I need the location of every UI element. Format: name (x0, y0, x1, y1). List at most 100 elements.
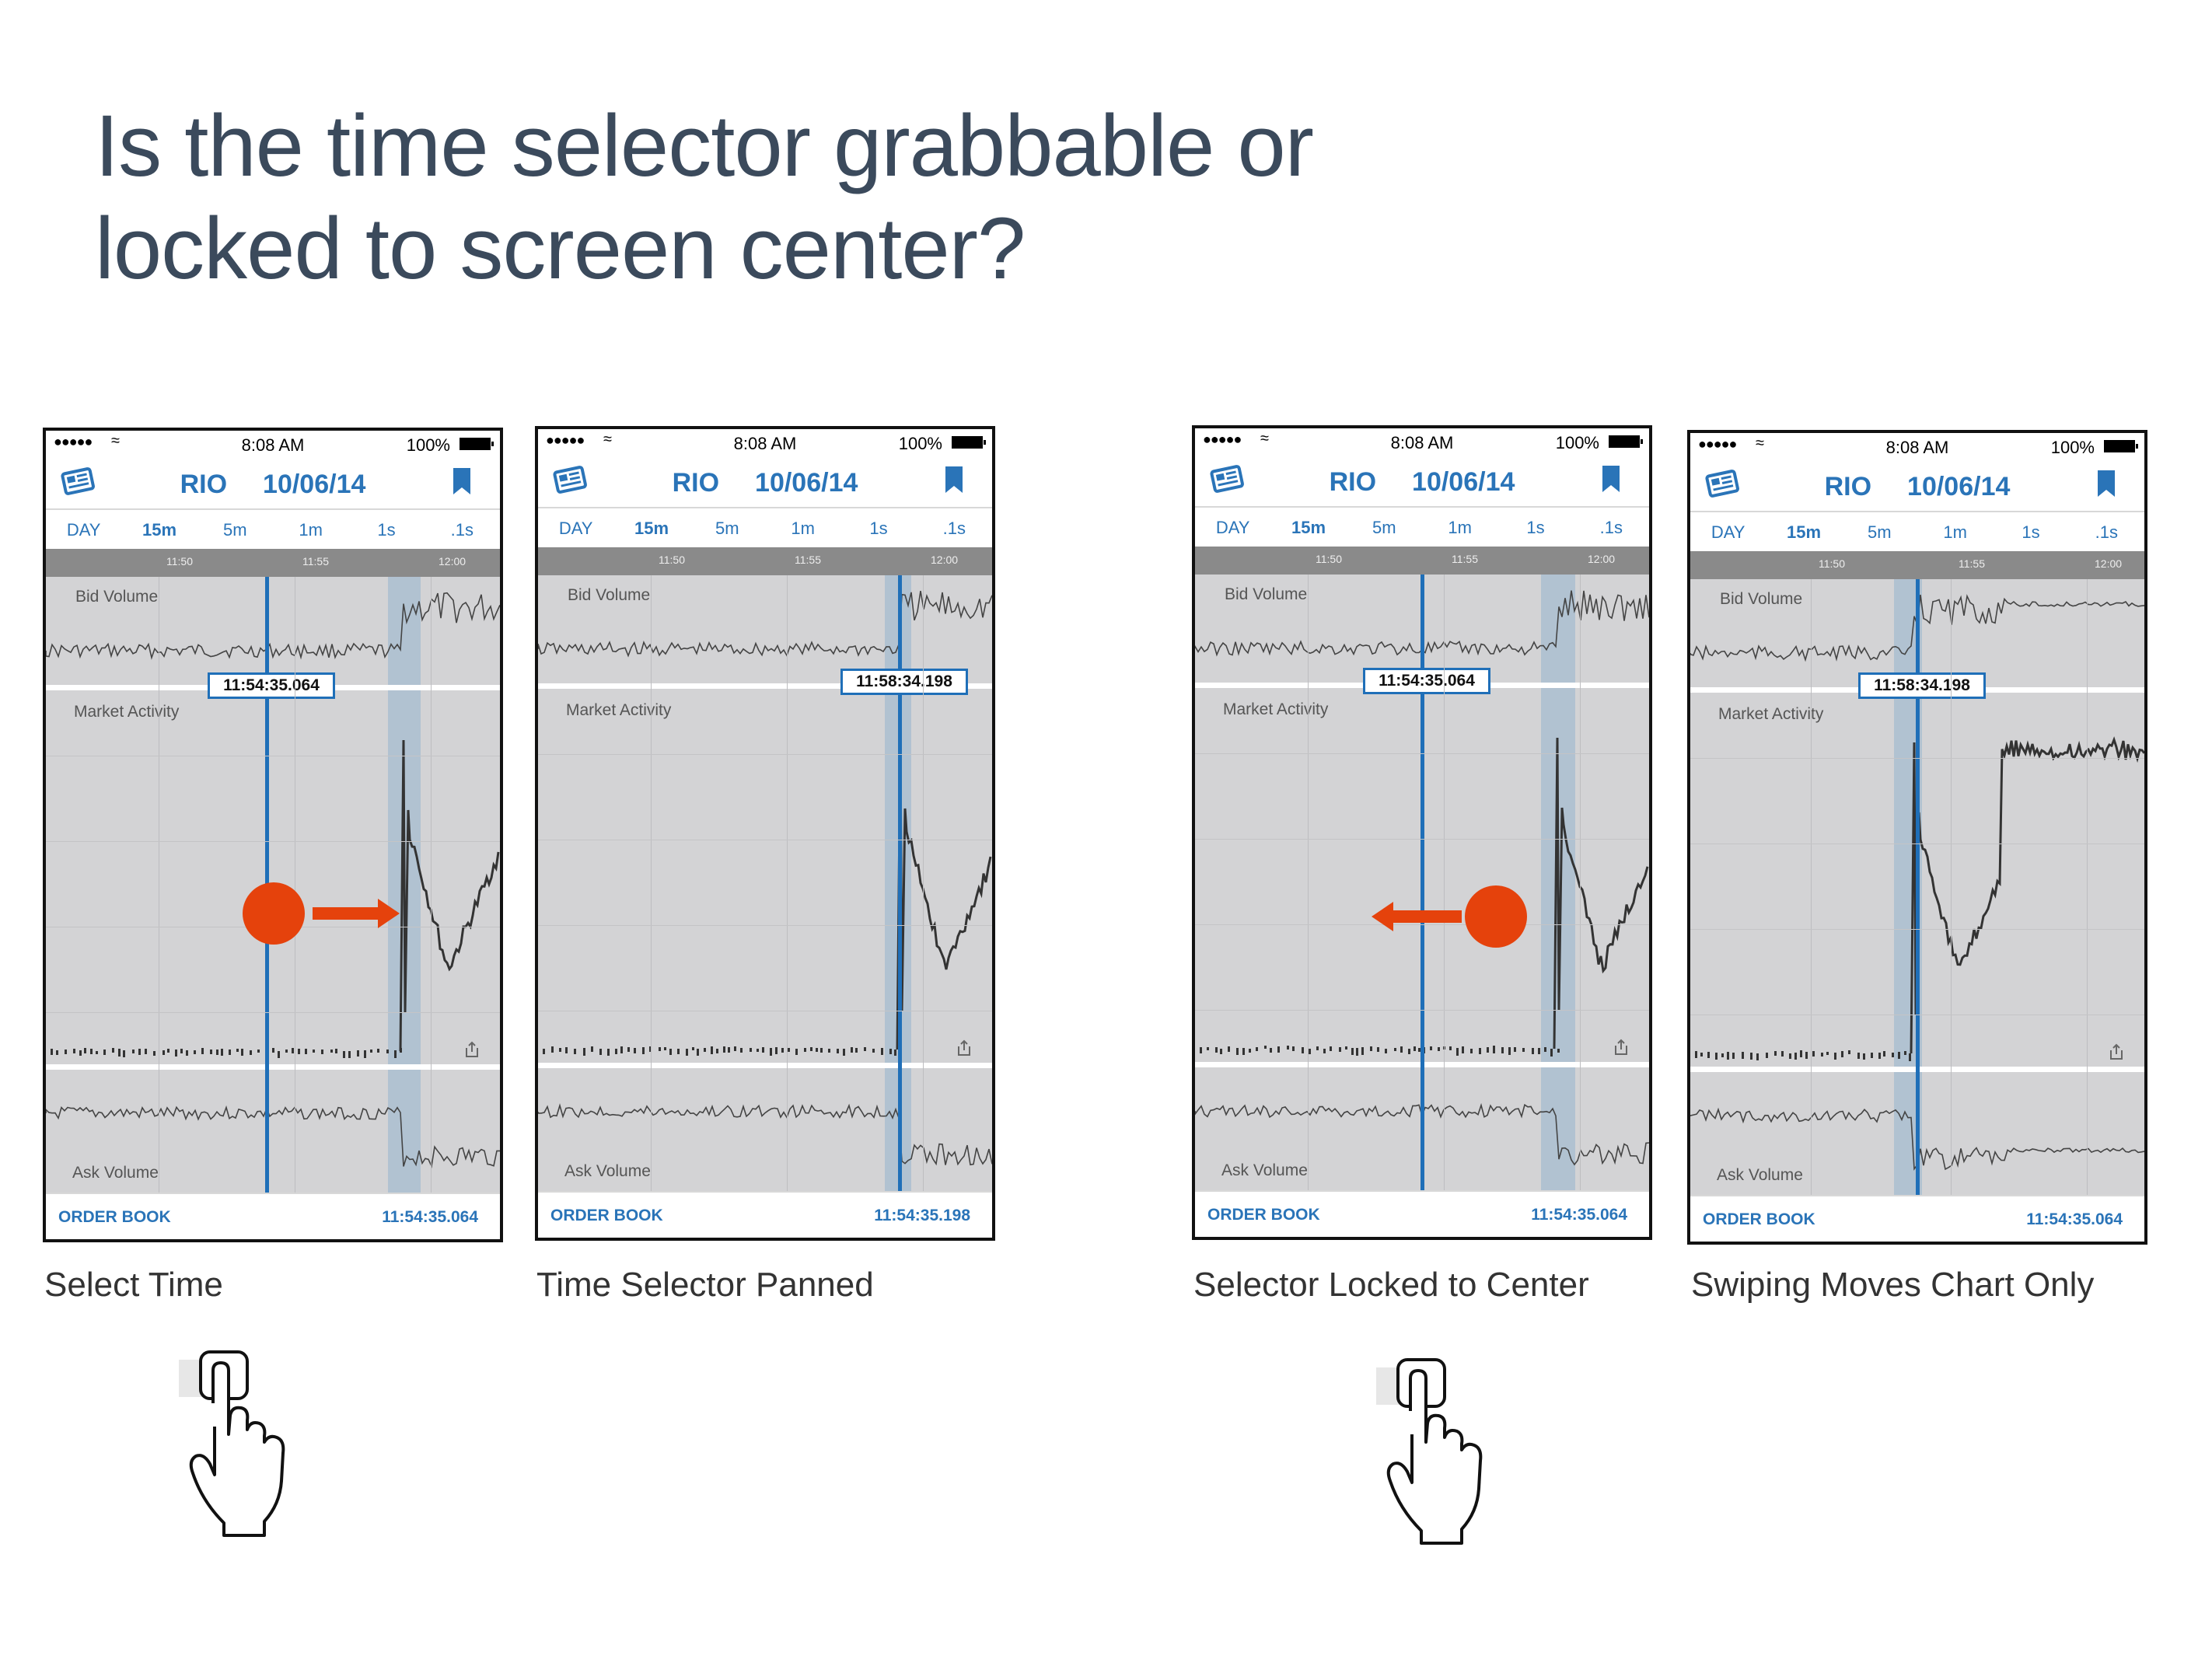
order-book-link[interactable]: ORDER BOOK (1207, 1206, 1320, 1224)
drag-left-gesture (1372, 885, 1527, 948)
axis-tick-label: 11:50 (166, 555, 193, 568)
ask-volume-trace (46, 1105, 500, 1168)
bookmark-icon[interactable] (945, 466, 963, 493)
tab-1m[interactable]: 1m (1422, 508, 1497, 548)
tab-1s[interactable]: 1s (1993, 512, 2068, 553)
tab-15m[interactable]: 15m (1766, 512, 1841, 553)
tab-tenth-1s[interactable]: .1s (2069, 512, 2144, 553)
axis-tick-label: 11:50 (659, 554, 685, 566)
headline-line-2: locked to screen center? (95, 200, 1026, 297)
grid-line (1690, 929, 2144, 930)
grid-line (1195, 753, 1649, 754)
tab-15m[interactable]: 15m (121, 510, 197, 550)
ask-volume-trace (538, 1103, 992, 1166)
time-selector-line[interactable] (1916, 579, 1920, 1195)
grid-line (1308, 575, 1309, 1190)
grid-line (1580, 575, 1581, 1190)
tab-5m[interactable]: 5m (1842, 512, 1917, 553)
time-selector-readout[interactable]: 11:54:35.064 (208, 672, 335, 699)
grid-line (46, 841, 500, 842)
footer-bar: ORDER BOOK 11:54:35.064 (1195, 1190, 1649, 1237)
order-book-link[interactable]: ORDER BOOK (58, 1208, 171, 1227)
market-activity-label: Market Activity (1223, 700, 1329, 718)
tab-5m[interactable]: 5m (1347, 508, 1422, 548)
time-selector-readout[interactable]: 11:54:35.064 (1363, 668, 1490, 694)
tab-5m[interactable]: 5m (690, 508, 765, 549)
tab-15m[interactable]: 15m (1270, 508, 1346, 548)
ask-volume-label: Ask Volume (564, 1162, 651, 1180)
status-bar: ●●●●● ≈ 8:08 AM 100% (1195, 428, 1649, 456)
time-axis: 11:50 11:55 12:00 (1690, 551, 2144, 579)
timeframe-tabs: DAY 15m 5m 1m 1s .1s (1195, 506, 1649, 548)
share-icon[interactable] (1613, 1038, 1629, 1057)
nav-bar: RIO 10/06/14 (46, 459, 500, 507)
tab-15m[interactable]: 15m (613, 508, 689, 549)
market-activity-label: Market Activity (74, 703, 180, 721)
bookmark-icon[interactable] (2098, 470, 2115, 497)
order-book-link[interactable]: ORDER BOOK (550, 1207, 663, 1225)
share-icon[interactable] (464, 1040, 480, 1059)
grid-line (1951, 579, 1952, 1195)
market-activity-trace (1553, 737, 1649, 1050)
status-bar: ●●●●● ≈ 8:08 AM 100% (1690, 433, 2144, 461)
axis-tick-label: 12:00 (1588, 553, 1616, 565)
bid-volume-label: Bid Volume (568, 586, 651, 604)
share-icon[interactable] (956, 1039, 972, 1057)
time-axis: 11:50 11:55 12:00 (1195, 547, 1649, 575)
touch-point-icon (243, 882, 305, 945)
tab-1s[interactable]: 1s (1497, 508, 1573, 548)
caption-selector-locked: Selector Locked to Center (1193, 1266, 1589, 1304)
time-selector-readout[interactable]: 11:58:34.198 (840, 669, 968, 695)
ticker-symbol: RIO (1824, 472, 1872, 501)
time-selector-readout[interactable]: 11:58:34.198 (1858, 672, 1986, 699)
tab-1s[interactable]: 1s (348, 510, 424, 550)
grid-line (651, 575, 652, 1191)
tab-DAY[interactable]: DAY (46, 510, 121, 550)
tab-1m[interactable]: 1m (273, 510, 348, 550)
phone-screen-selector-locked: ●●●●● ≈ 8:08 AM 100% RIO 10/06/14 DAY 15m 5… (1192, 425, 1652, 1240)
touch-hand-icon (179, 1350, 285, 1537)
status-bar: ●●●●● ≈ 8:08 AM 100% (46, 431, 500, 459)
ticker-symbol: RIO (180, 470, 228, 499)
tab-1m[interactable]: 1m (1917, 512, 1993, 553)
tab-DAY[interactable]: DAY (538, 508, 613, 549)
timeframe-tabs: DAY 15m 5m 1m 1s .1s (1690, 511, 2144, 553)
ticker-symbol: RIO (672, 468, 720, 498)
bookmark-icon[interactable] (453, 468, 470, 494)
chart-area[interactable]: Bid Volume Market Activity Ask Volume 11… (1690, 579, 2144, 1195)
nav-title: RIO 10/06/14 (538, 468, 992, 498)
grid-line (923, 575, 924, 1191)
bookmark-icon[interactable] (1602, 466, 1620, 492)
ticker-symbol: RIO (1329, 467, 1377, 497)
battery-percent: 100% (898, 434, 942, 453)
nav-bar: RIO 10/06/14 (1195, 456, 1649, 505)
axis-tick-label: 11:55 (302, 555, 329, 568)
headline-line-1: Is the time selector grabbable or (95, 97, 1314, 194)
bid-volume-label: Bid Volume (1225, 585, 1308, 603)
drag-arrow-icon (313, 899, 400, 928)
share-icon[interactable] (2109, 1043, 2124, 1061)
tab-5m[interactable]: 5m (197, 510, 273, 550)
footer-time: 11:54:35.064 (2026, 1210, 2123, 1228)
battery-icon (460, 438, 494, 450)
tab-tenth-1s[interactable]: .1s (1574, 508, 1649, 548)
drag-arrow-icon (1372, 902, 1462, 931)
nav-date: 10/06/14 (263, 470, 366, 499)
axis-tick-label: 11:50 (1819, 557, 1845, 570)
nav-bar: RIO 10/06/14 (1690, 461, 2144, 509)
tab-DAY[interactable]: DAY (1690, 512, 1766, 553)
footer-time: 11:54:35.064 (382, 1208, 478, 1226)
time-selector-line[interactable] (898, 575, 902, 1191)
grid-line (1690, 843, 2144, 844)
tab-1m[interactable]: 1m (765, 508, 840, 549)
tab-1s[interactable]: 1s (840, 508, 916, 549)
phone-screen-swiping-moves-chart: ●●●●● ≈ 8:08 AM 100% RIO 10/06/14 DAY 15m 5… (1687, 430, 2147, 1245)
tab-tenth-1s[interactable]: .1s (425, 510, 500, 550)
chart-area[interactable]: Bid Volume Market Activity Ask Volume 11… (538, 575, 992, 1191)
tab-DAY[interactable]: DAY (1195, 508, 1270, 548)
tab-tenth-1s[interactable]: .1s (917, 508, 992, 549)
grid-line (1195, 1010, 1649, 1011)
ask-separator (46, 1064, 500, 1070)
ask-volume-label: Ask Volume (72, 1164, 159, 1182)
order-book-link[interactable]: ORDER BOOK (1703, 1210, 1815, 1229)
